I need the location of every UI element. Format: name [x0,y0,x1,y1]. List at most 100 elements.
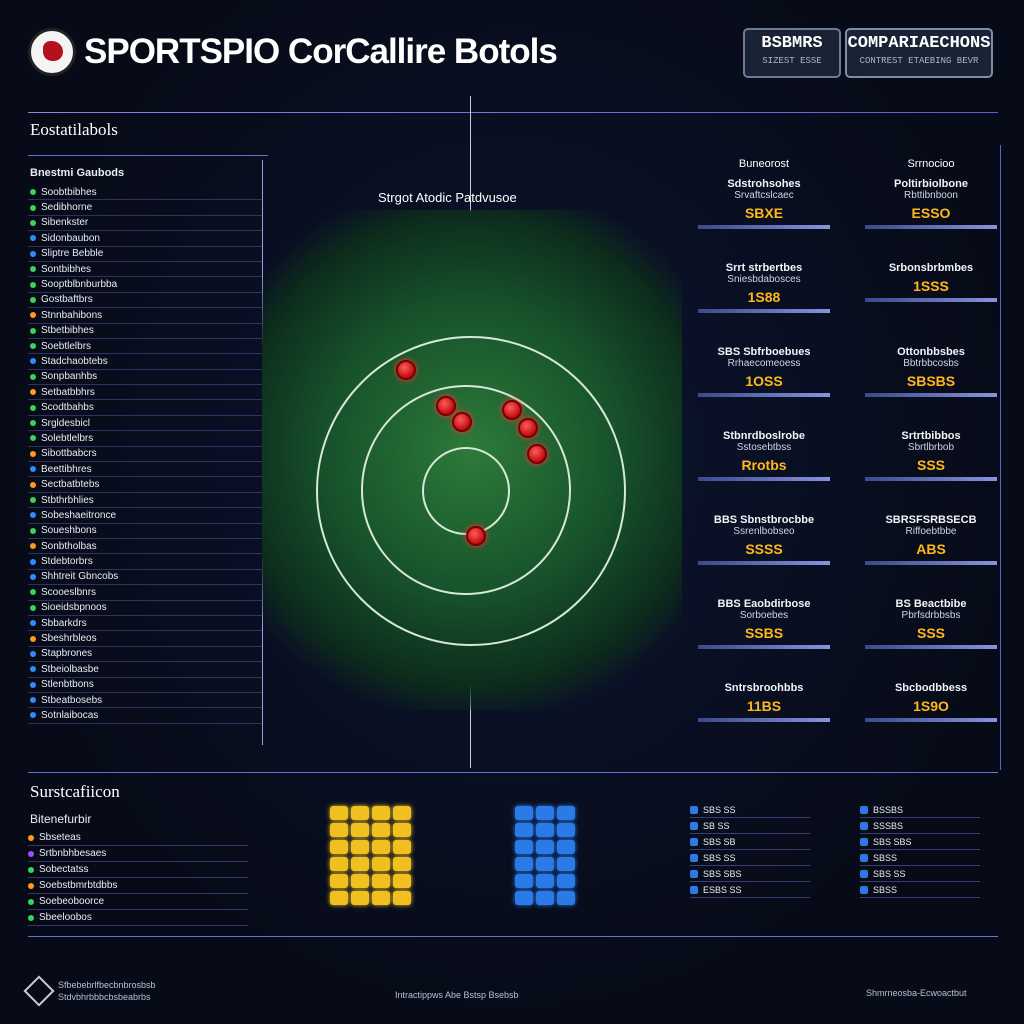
cards_left-card[interactable]: Sntrsbroohbbs 11BS [698,682,830,722]
left-stat-item[interactable]: Soebtlelbrs [28,339,263,355]
mini-list-item[interactable]: ESBS SS [690,882,810,898]
left-stat-item[interactable]: Scooeslbnrs [28,585,263,601]
substat-label: Sbseteas [39,832,81,843]
cards_right-card[interactable]: Srtrtbibbos Sbrtlbrbob SSS [865,430,997,481]
player-marker[interactable] [466,526,486,546]
left-stat-item[interactable]: Srgldesbicl [28,416,263,432]
left-stat-item[interactable]: Shhtreit Gbncobs [28,570,263,586]
left-stat-item[interactable]: Sbeshrbleos [28,631,263,647]
player-marker[interactable] [527,444,547,464]
left-stat-item[interactable]: Gostbaftbrs [28,293,263,309]
footer-right[interactable]: Shmrneosba-Ecwoactbut [866,988,967,998]
mini-list-item[interactable]: SBS SS [690,850,810,866]
left-stat-item[interactable]: Sotnlaibocas [28,708,263,724]
left-stat-item[interactable]: Stlenbtbons [28,678,263,693]
left-stat-item[interactable]: Beettibhres [28,462,263,478]
mini-list-item[interactable]: SBS SB [690,834,810,850]
left-stat-item[interactable]: Sooptblbnburbba [28,277,263,293]
left-stat-item[interactable]: Sectbatbtebs [28,477,263,493]
card-title: Srbonsbrbmbes [888,262,974,274]
grid-cell [330,840,348,854]
left-stat-item[interactable]: Sonpbanhbs [28,370,263,386]
cards_right-card[interactable]: BS Beactbibe Pbrfsdrbbsbs SSS [865,598,997,649]
mini-list-label: SBS SBS [703,868,742,879]
card-value: ESSO [911,205,951,221]
left-stat-item[interactable]: Sbbarkdrs [28,616,263,632]
bsbmrs-sub: SIZEST ESSE [762,56,822,66]
mini-list-item[interactable]: BSSBS [860,802,980,818]
cards_right-card[interactable]: Ottonbbsbes Bbtrbbcosbs SBSBS [865,346,997,397]
left-stat-item[interactable]: Sonbtholbas [28,539,263,555]
left-stat-item[interactable]: Sontbibhes [28,262,263,278]
mini-list-item[interactable]: SSSBS [860,818,980,834]
cards_right-card[interactable]: Poltirbiolbone Rbttibnboon ESSO [865,178,997,229]
blue-grid [515,806,575,905]
left-stat-item[interactable]: Stapbrones [28,647,263,663]
comparisons-sub: CONTREST ETAEBING BEVR [859,56,979,66]
left-stat-item[interactable]: Stbeatbosebs [28,693,263,709]
player-marker[interactable] [518,418,538,438]
substat-item[interactable]: Soebeoboorce [28,894,248,910]
left-stat-item[interactable]: Stbeiolbasbe [28,662,263,678]
left-stat-item[interactable]: Scodtbahbs [28,400,263,416]
left-stat-label: Sliptre Bebble [41,248,104,260]
player-marker[interactable] [436,396,456,416]
mini-list-label: SBS SBS [873,836,912,847]
substat-item[interactable]: Sbeeloobos [28,910,248,926]
grid-cell [536,891,554,905]
comparisons-button[interactable]: COMPARIAECHONS CONTREST ETAEBING BEVR [845,28,993,78]
cards_right-card[interactable]: Srbonsbrbmbes 1SSS [865,262,997,302]
card-divider [865,225,997,229]
left-stat-item[interactable]: Sobeshaeitronce [28,508,263,524]
mini-list-item[interactable]: SBS SS [860,866,980,882]
substat-item[interactable]: Sobectatss [28,862,248,878]
status-dot-icon [30,543,36,550]
mini-list-item[interactable]: SBS SS [690,802,810,818]
status-dot-icon [30,558,36,565]
left-stat-item[interactable]: Stnnbahibons [28,308,263,324]
status-dot-icon [30,204,36,211]
mini-list-item[interactable]: SB SS [690,818,810,834]
left-stat-item[interactable]: Sibenkster [28,216,263,232]
card-divider [865,718,997,722]
mini-list-item[interactable]: SBSS [860,850,980,866]
grid-cell [515,891,533,905]
status-dot-icon [30,450,36,457]
left-stat-item[interactable]: Stadchaobtebs [28,354,263,370]
soccer-ball-icon [28,28,76,76]
cards_left-card[interactable]: SBS Sbfrboebues Rrhaecomeoess 1OSS [698,346,830,397]
left-stat-item[interactable]: Sedibhorne [28,200,263,216]
left-stat-item[interactable]: Sioeidsbpnoos [28,601,263,616]
left-stat-item[interactable]: Stbthrbhlies [28,493,263,509]
player-marker[interactable] [502,400,522,420]
mini-list-item[interactable]: SBS SBS [690,866,810,882]
player-marker[interactable] [396,360,416,380]
left-stat-item[interactable]: Sliptre Bebble [28,247,263,262]
mini-list-item[interactable]: SBS SBS [860,834,980,850]
left-stat-item[interactable]: Soobtbibhes [28,185,263,201]
left-stat-item[interactable]: Stbetbibhes [28,324,263,339]
substat-item[interactable]: Sbseteas [28,830,248,846]
left-stat-item[interactable]: Sidonbaubon [28,231,263,247]
mini-list-item[interactable]: SBSS [860,882,980,898]
substat-item[interactable]: Srtbnbhbesaes [28,846,248,862]
status-dot-icon [30,219,36,226]
left-stat-item[interactable]: Solebtlelbrs [28,431,263,447]
grid-cell [393,806,411,820]
cards_left-card[interactable]: BBS Eaobdirbose Sorboebes SSBS [698,598,830,649]
left-stat-item[interactable]: Soueshbons [28,524,263,539]
cards_left-card[interactable]: Stbnrdboslrobe Sstosebtbss Rrotbs [698,430,830,481]
left-stat-item[interactable]: Sibottbabcrs [28,447,263,463]
cards_left-card[interactable]: BBS Sbnstbrocbbe Ssrenlbobseo SSSS [698,514,830,565]
card-subtitle: Ssrenlbobseo [733,526,795,537]
bsbmrs-button[interactable]: BSBMRS SIZEST ESSE [743,28,841,78]
substat-item[interactable]: Soebstbmrbtdbbs [28,878,248,894]
cards_right-card[interactable]: Sbcbodbbess 1S9O [865,682,997,722]
player-marker[interactable] [452,412,472,432]
cards_left-card[interactable]: Sdstrohsohes Srvaftcslcaec SBXE [698,178,830,229]
cards_right-card[interactable]: SBRSFSRBSECB Riffoebtbbe ABS [865,514,997,565]
cards_left-card[interactable]: Srrt strbertbes Sniesbdabosces 1S88 [698,262,830,313]
left-stat-item[interactable]: Setbatbbhrs [28,385,263,401]
left-stat-item[interactable]: Stdebtorbrs [28,554,263,570]
substat-label: Soebeoboorce [39,896,105,907]
